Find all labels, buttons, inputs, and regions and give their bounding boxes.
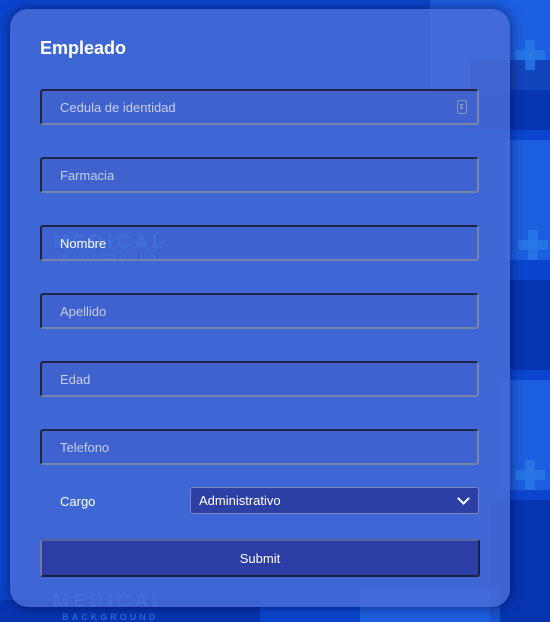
chevron-down-icon bbox=[457, 492, 470, 505]
nombre-input[interactable] bbox=[40, 225, 479, 261]
cedula-input[interactable] bbox=[40, 89, 479, 125]
id-card-icon bbox=[457, 100, 467, 114]
cargo-selected-value: Administrativo bbox=[199, 493, 281, 508]
apellido-input[interactable] bbox=[40, 293, 479, 329]
plus-icon bbox=[515, 40, 545, 70]
cargo-label: Cargo bbox=[60, 494, 96, 509]
form-title: Empleado bbox=[40, 38, 127, 58]
employee-form-card: Empleado MEDICAL BACKGROUND Cargo Admini… bbox=[10, 9, 510, 607]
plus-icon bbox=[515, 460, 545, 490]
submit-button[interactable]: Submit bbox=[40, 539, 480, 577]
farmacia-input[interactable] bbox=[40, 157, 479, 193]
cargo-select[interactable]: Administrativo bbox=[190, 487, 479, 514]
telefono-input[interactable] bbox=[40, 429, 479, 465]
plus-icon bbox=[518, 230, 548, 260]
edad-input[interactable] bbox=[40, 361, 479, 397]
